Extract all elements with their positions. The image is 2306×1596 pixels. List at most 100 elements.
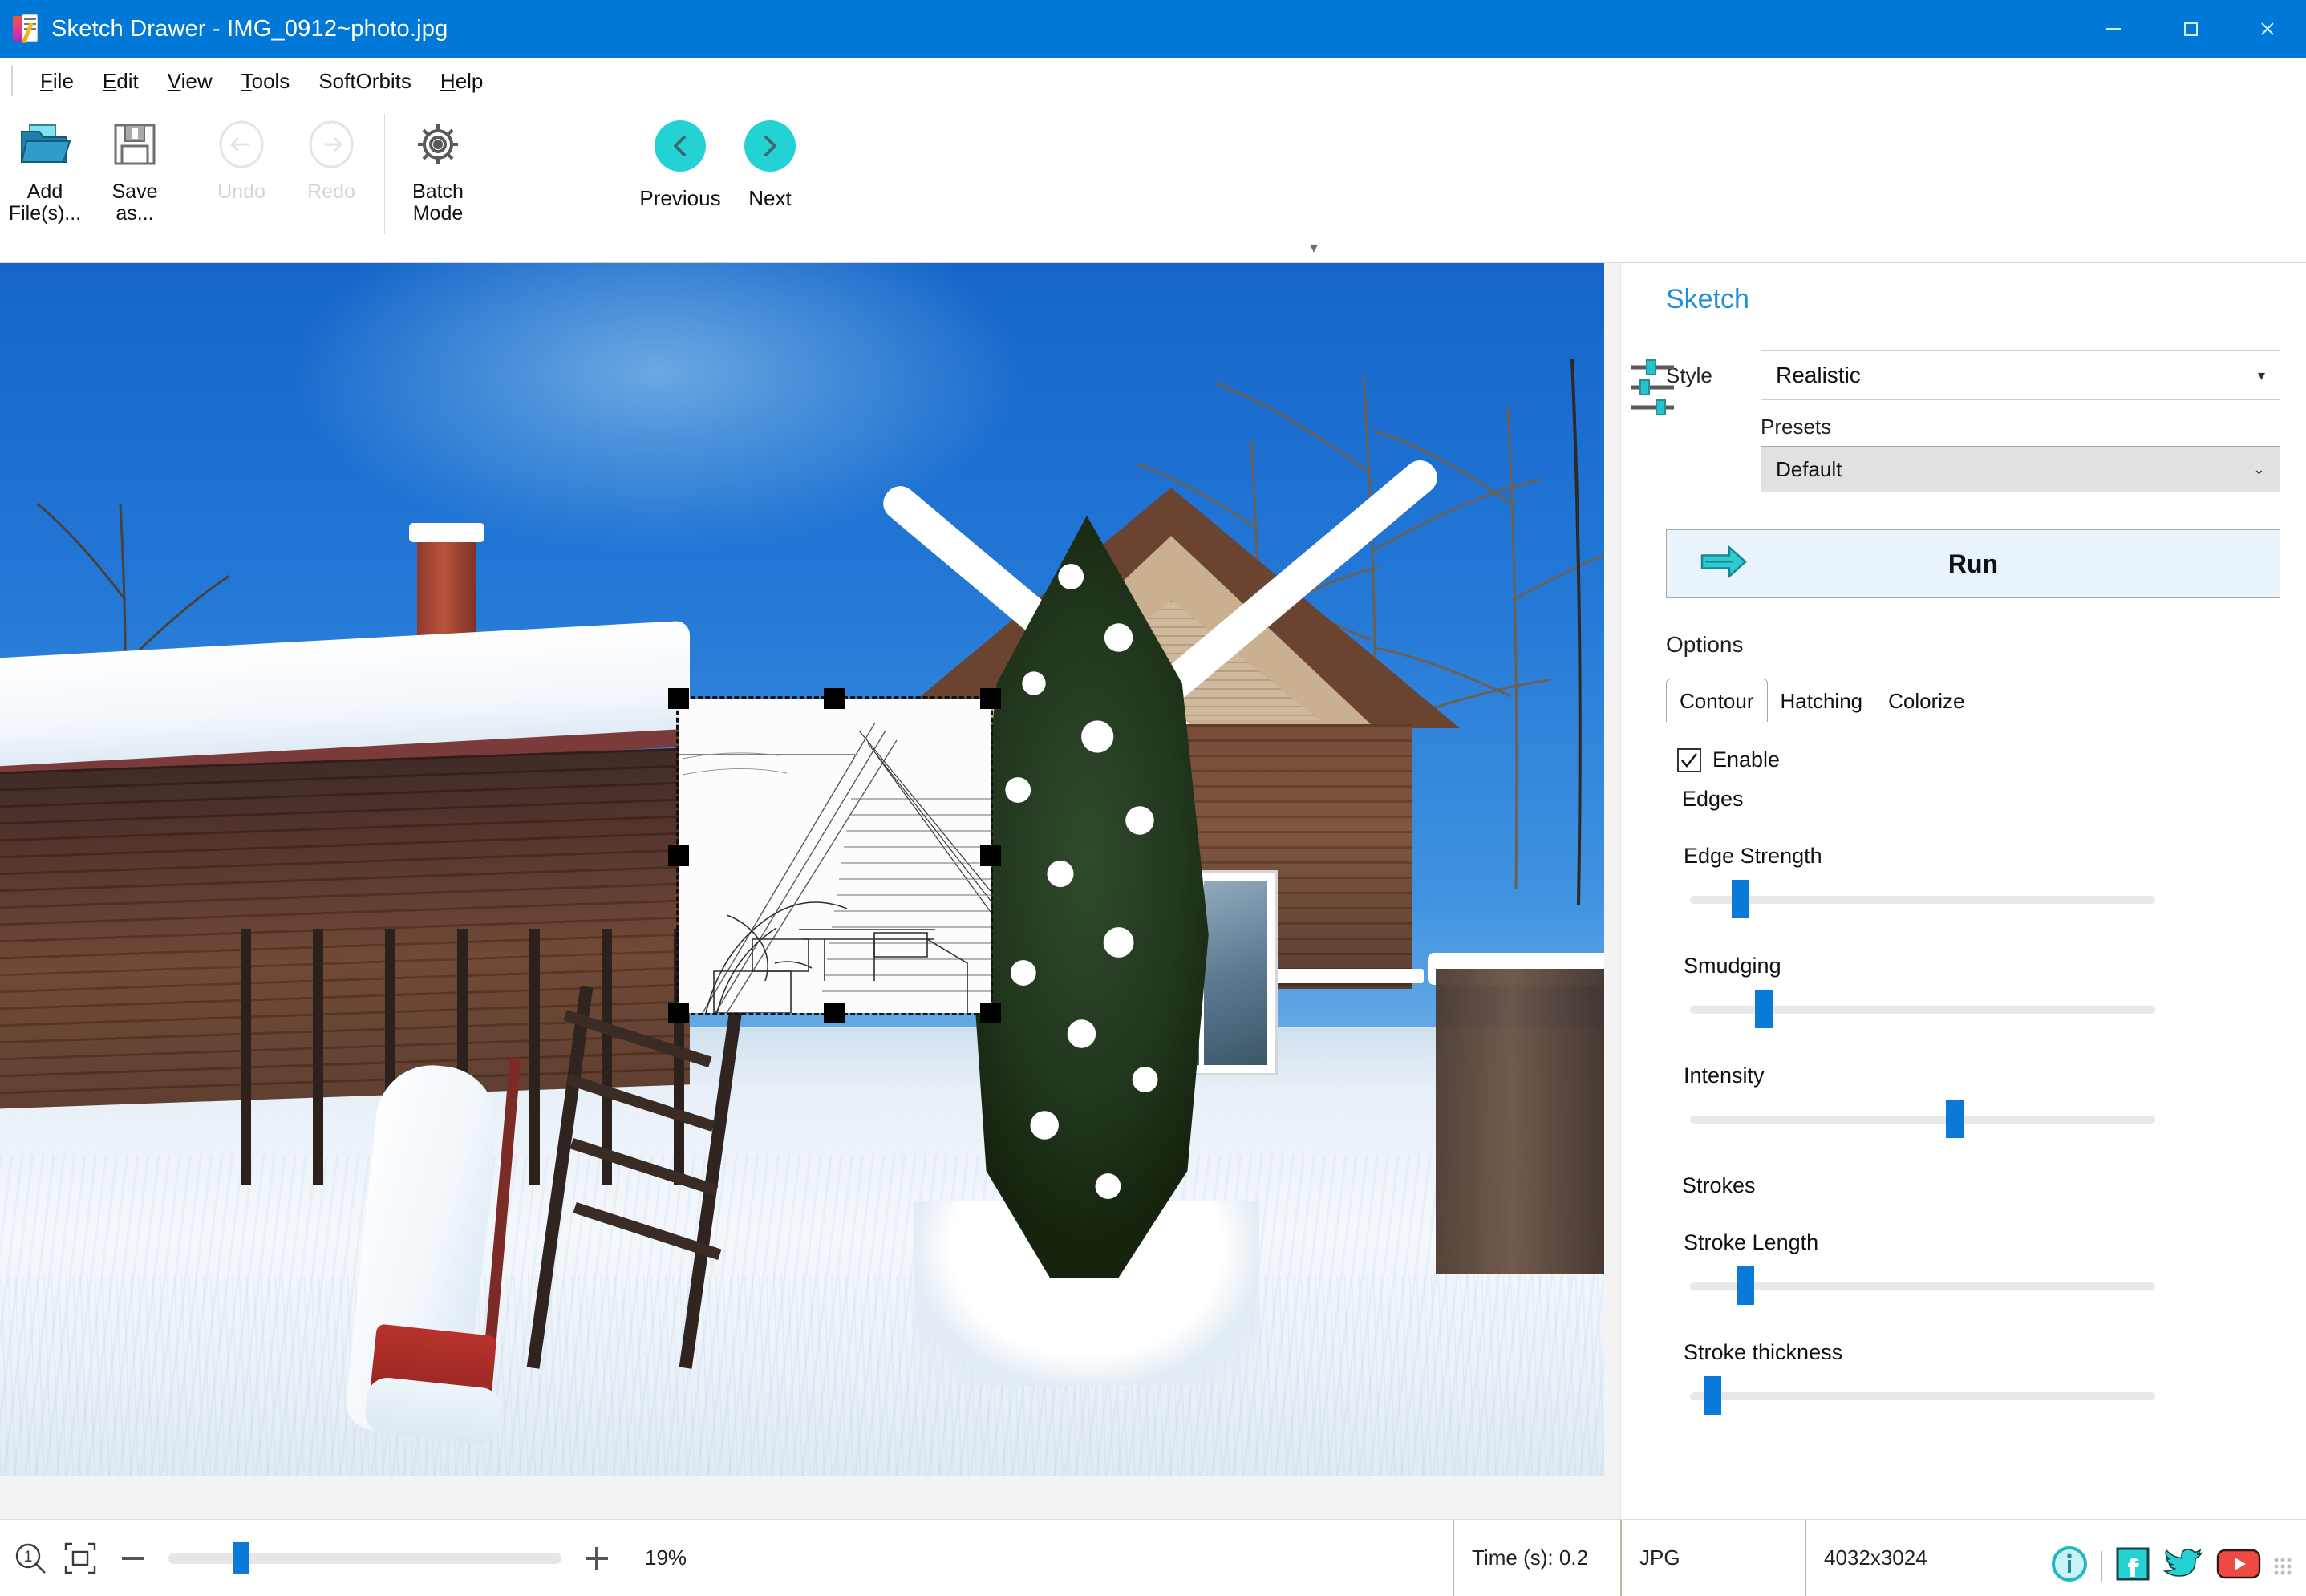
- stroke-thickness-thumb[interactable]: [1704, 1376, 1722, 1415]
- social-divider: [2101, 1550, 2102, 1582]
- selection-rectangle[interactable]: [676, 696, 993, 1015]
- close-button[interactable]: [2229, 0, 2306, 58]
- batch-mode-button[interactable]: Batch Mode: [393, 107, 483, 225]
- selection-handle-bc[interactable]: [824, 1003, 845, 1023]
- run-button[interactable]: Run: [1666, 529, 2280, 598]
- previous-label: Previous: [639, 186, 721, 210]
- time-status: Time (s): 0.2: [1453, 1520, 1620, 1596]
- intensity-slider[interactable]: [1690, 1098, 2155, 1141]
- run-label: Run: [1947, 549, 1999, 578]
- next-button[interactable]: Next: [725, 107, 815, 211]
- save-as-button[interactable]: Save as...: [90, 107, 180, 225]
- tab-colorize-label: Colorize: [1888, 689, 1965, 713]
- selection-handle-tr[interactable]: [980, 688, 1001, 709]
- intensity-thumb[interactable]: [1946, 1100, 1964, 1138]
- options-tabs: Contour Hatching Colorize: [1666, 679, 2280, 722]
- stroke-length-track[interactable]: [1690, 1282, 2155, 1290]
- menu-item-tools[interactable]: Tools: [227, 64, 305, 99]
- presets-dropdown[interactable]: Default ⌄: [1761, 446, 2280, 492]
- social-links: [2051, 1545, 2292, 1586]
- toolbar-group-file: Add File(s)... Save as...: [0, 107, 180, 249]
- menu-bar: File Edit View Tools SoftOrbits Help: [0, 58, 2306, 104]
- menu-label-edit: dit: [116, 68, 139, 93]
- presets-value: Default: [1776, 456, 1842, 481]
- enable-checkbox-row[interactable]: Enable: [1677, 747, 2280, 772]
- status-bar: 1 19% Time (s): 0.2 JPG 4032x3024: [0, 1519, 2306, 1596]
- info-icon[interactable]: [2051, 1545, 2088, 1586]
- zoom-out-button[interactable]: [112, 1537, 154, 1579]
- zoom-slider[interactable]: [168, 1541, 561, 1574]
- add-files-button[interactable]: Add File(s)...: [0, 107, 90, 225]
- maximize-button[interactable]: [2152, 0, 2229, 58]
- image-canvas[interactable]: [0, 263, 1620, 1519]
- stroke-thickness-slider[interactable]: [1690, 1375, 2155, 1418]
- tab-colorize[interactable]: Colorize: [1875, 679, 1977, 722]
- smudging-slider[interactable]: [1690, 988, 2155, 1031]
- edges-group-label: Edges: [1682, 787, 1744, 811]
- menu-label-help: elp: [455, 68, 484, 93]
- minimize-button[interactable]: [2075, 0, 2152, 58]
- magnifier-one-to-one-icon[interactable]: 1: [13, 1541, 48, 1576]
- undo-button[interactable]: Undo: [197, 107, 286, 203]
- selection-handle-br[interactable]: [980, 1003, 1001, 1023]
- selection-handle-tl[interactable]: [668, 688, 689, 709]
- open-folder-icon: [18, 115, 71, 173]
- zoom-controls: 1 19% Time (s): 0.2: [0, 1520, 1620, 1596]
- stroke-thickness-track[interactable]: [1690, 1392, 2155, 1400]
- resize-grip-icon[interactable]: [2274, 1557, 2292, 1575]
- presets-label: Presets: [1761, 415, 1832, 439]
- menu-item-help[interactable]: Help: [426, 64, 497, 99]
- title-bar: Sketch Drawer - IMG_0912~photo.jpg: [0, 0, 2306, 58]
- stroke-length-thumb[interactable]: [1737, 1266, 1754, 1305]
- ribbon-expand-icon[interactable]: ▾: [1310, 237, 1318, 257]
- sketch-settings-panel: Sketch Style Realistic ▾ Presets Default…: [1620, 263, 2306, 1519]
- file-info-area: JPG 4032x3024: [1620, 1520, 2306, 1596]
- menu-item-edit[interactable]: Edit: [88, 64, 153, 99]
- previous-button[interactable]: Previous: [635, 107, 725, 211]
- sketch-preview: [679, 699, 991, 1013]
- tab-contour[interactable]: Contour: [1666, 679, 1768, 722]
- edge-strength-slider[interactable]: [1690, 878, 2155, 922]
- selection-handle-tc[interactable]: [824, 688, 845, 709]
- chevron-right-circle-icon: [744, 120, 796, 172]
- selection-handle-ml[interactable]: [668, 845, 689, 866]
- snow-conifer: [954, 516, 1219, 1278]
- menu-item-view[interactable]: View: [153, 64, 227, 99]
- menu-label-file: ile: [52, 68, 74, 93]
- youtube-icon[interactable]: [2216, 1547, 2261, 1585]
- menu-item-softorbits[interactable]: SoftOrbits: [304, 64, 426, 99]
- stroke-length-label: Stroke Length: [1684, 1230, 1819, 1254]
- redo-button[interactable]: Redo: [286, 107, 376, 203]
- stroke-length-slider[interactable]: [1690, 1265, 2155, 1308]
- edge-strength-thumb[interactable]: [1732, 880, 1750, 918]
- toolbar: Add File(s)... Save as... Undo Redo Batc…: [0, 104, 2306, 263]
- selection-handle-bl[interactable]: [668, 1003, 689, 1023]
- facebook-icon[interactable]: [2115, 1546, 2150, 1586]
- arrow-left-circle-icon: [217, 115, 266, 173]
- porch-stairs: [526, 985, 746, 1402]
- enable-checkbox[interactable]: [1677, 747, 1701, 772]
- fit-to-screen-icon[interactable]: [63, 1541, 98, 1576]
- menu-item-file[interactable]: File: [26, 64, 88, 99]
- toolbar-separator-2: [384, 114, 385, 234]
- style-dropdown[interactable]: Realistic ▾: [1761, 350, 2280, 400]
- winter-photo: [0, 263, 1604, 1476]
- tab-hatching[interactable]: Hatching: [1768, 679, 1876, 722]
- menu-label-softorbits: SoftOrbits: [318, 68, 411, 93]
- snow-covered-slide: [343, 1057, 521, 1446]
- style-row: Style Realistic ▾ Presets Default ⌄: [1666, 350, 2280, 492]
- intensity-track[interactable]: [1690, 1116, 2155, 1124]
- smudging-thumb[interactable]: [1755, 990, 1773, 1028]
- left-chimney-snow: [409, 523, 484, 542]
- arrow-right-circle-icon: [306, 115, 356, 173]
- main-area: Sketch Style Realistic ▾ Presets Default…: [0, 263, 2306, 1519]
- selection-handle-mr[interactable]: [980, 845, 1001, 866]
- panel-title: Sketch: [1666, 284, 1749, 314]
- toolbar-group-history: Undo Redo: [197, 107, 376, 249]
- zoom-slider-thumb[interactable]: [233, 1541, 249, 1574]
- sliders-icon: [1629, 358, 1676, 421]
- edge-strength-track[interactable]: [1690, 896, 2155, 904]
- batch-mode-label: Batch Mode: [412, 180, 464, 225]
- twitter-icon[interactable]: [2162, 1546, 2203, 1586]
- zoom-in-button[interactable]: [576, 1537, 618, 1579]
